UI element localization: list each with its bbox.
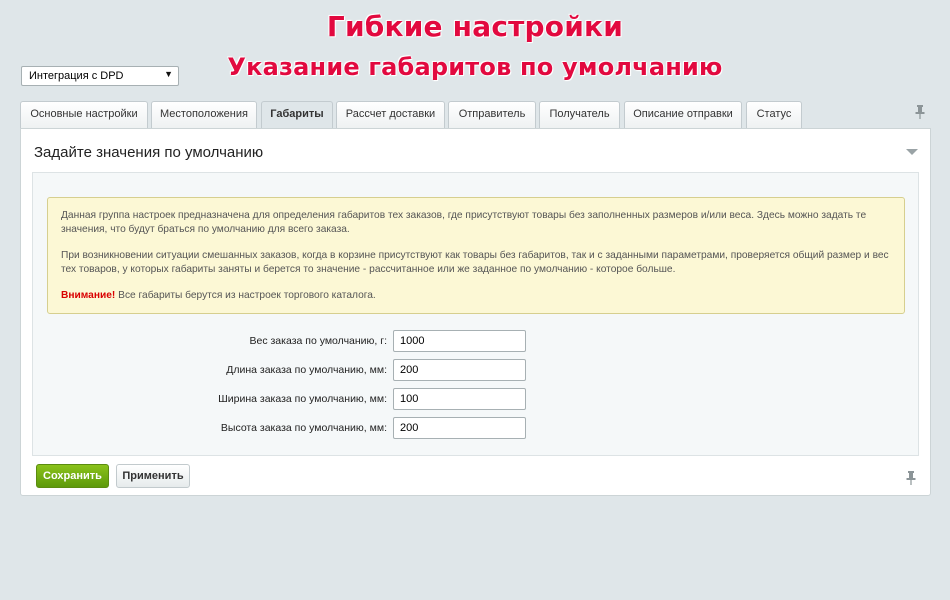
module-select-value: Интеграция с DPD	[29, 70, 124, 82]
tab-dimensions[interactable]: Габариты	[261, 101, 333, 129]
info-note: Данная группа настроек предназначена для…	[47, 197, 905, 314]
height-label: Высота заказа по умолчанию, мм:	[220, 422, 387, 434]
weight-row: Вес заказа по умолчанию, г:	[33, 330, 920, 352]
tab-delivery-calc[interactable]: Рассчет доставки	[336, 101, 445, 128]
note-warning: Внимание! Все габариты берутся из настро…	[61, 289, 892, 303]
warning-label: Внимание!	[61, 290, 116, 301]
length-row: Длина заказа по умолчанию, мм:	[33, 359, 920, 381]
triangle-down-icon[interactable]	[906, 149, 918, 155]
tab-locations[interactable]: Местоположения	[151, 101, 257, 128]
section-body: Данная группа настроек предназначена для…	[32, 172, 919, 456]
width-input[interactable]	[393, 388, 526, 410]
caret-down-icon: ▼	[164, 69, 173, 79]
width-label: Ширина заказа по умолчанию, мм:	[218, 393, 387, 405]
width-row: Ширина заказа по умолчанию, мм:	[33, 388, 920, 410]
weight-label: Вес заказа по умолчанию, г:	[249, 335, 387, 347]
module-select[interactable]: Интеграция с DPD ▼	[21, 66, 179, 86]
settings-panel: Задайте значения по умолчанию Данная гру…	[20, 128, 931, 496]
tab-main-settings[interactable]: Основные настройки	[20, 101, 148, 128]
tab-sender[interactable]: Отправитель	[448, 101, 536, 128]
tab-recipient[interactable]: Получатель	[539, 101, 620, 128]
tab-shipment-description[interactable]: Описание отправки	[624, 101, 742, 128]
apply-button[interactable]: Применить	[116, 464, 190, 488]
height-row: Высота заказа по умолчанию, мм:	[33, 417, 920, 439]
save-button[interactable]: Сохранить	[36, 464, 109, 488]
weight-input[interactable]	[393, 330, 526, 352]
length-label: Длина заказа по умолчанию, мм:	[226, 364, 387, 376]
length-input[interactable]	[393, 359, 526, 381]
height-input[interactable]	[393, 417, 526, 439]
warning-text: Все габариты берутся из настроек торгово…	[115, 290, 376, 301]
pin-icon[interactable]	[904, 470, 918, 486]
tab-status[interactable]: Статус	[746, 101, 802, 128]
note-paragraph: При возникновении ситуации смешанных зак…	[61, 250, 889, 275]
promo-title: Гибкие настройки	[326, 10, 624, 43]
note-paragraph: Данная группа настроек предназначена для…	[61, 210, 867, 235]
pin-icon[interactable]	[913, 104, 927, 120]
section-title: Задайте значения по умолчанию	[34, 144, 264, 161]
